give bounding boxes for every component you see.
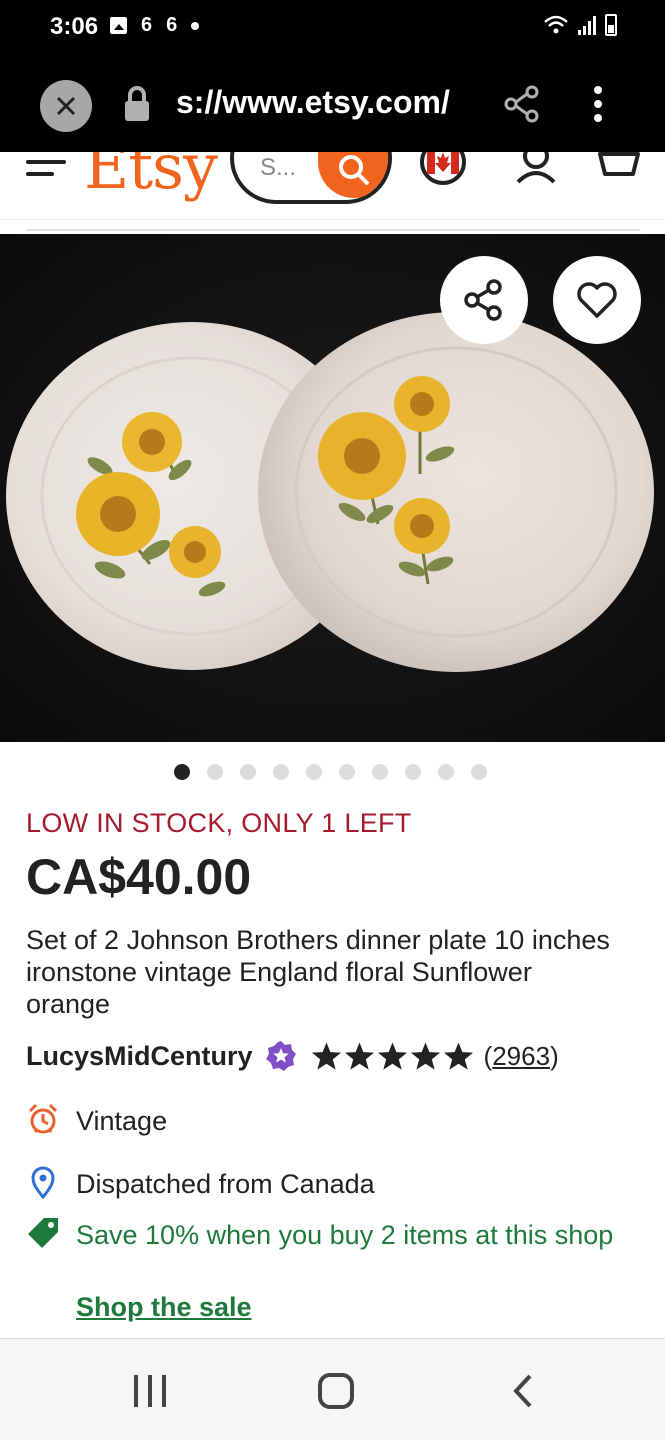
gallery-icon bbox=[110, 17, 127, 34]
alarm-clock-icon bbox=[28, 1103, 58, 1134]
shop-the-sale-link[interactable]: Shop the sale bbox=[76, 1292, 252, 1323]
star-seller-badge-icon[interactable] bbox=[265, 1040, 297, 1072]
browser-toolbar: s://www.etsy.com/ bbox=[0, 56, 665, 152]
share-icon bbox=[464, 279, 502, 321]
lock-icon[interactable] bbox=[122, 84, 152, 124]
notification-6-icon: 6 bbox=[166, 14, 178, 36]
divider bbox=[26, 229, 640, 231]
star-icon bbox=[443, 1042, 473, 1070]
carousel-dot[interactable] bbox=[471, 764, 487, 780]
close-icon bbox=[56, 96, 76, 116]
sale-row: Save 10% when you buy 2 items at this sh… bbox=[26, 1216, 616, 1254]
carousel-dot[interactable] bbox=[306, 764, 322, 780]
product-image[interactable] bbox=[0, 234, 665, 742]
dispatch-row: Dispatched from Canada bbox=[26, 1165, 375, 1203]
dot-icon bbox=[191, 21, 200, 30]
user-icon[interactable] bbox=[512, 152, 560, 184]
vintage-label: Vintage bbox=[76, 1106, 168, 1136]
carousel-dot[interactable] bbox=[372, 764, 388, 780]
more-vert-icon[interactable] bbox=[588, 82, 608, 126]
status-time: 3:06 bbox=[50, 13, 99, 40]
carousel-dot[interactable] bbox=[438, 764, 454, 780]
star-icon bbox=[377, 1042, 407, 1070]
sale-label: Save 10% when you buy 2 items at this sh… bbox=[76, 1220, 614, 1250]
battery-icon bbox=[605, 14, 617, 36]
canada-flag-icon[interactable] bbox=[418, 152, 468, 188]
carousel-dot[interactable] bbox=[273, 764, 289, 780]
shop-row: LucysMidCentury (2963) bbox=[26, 1036, 559, 1076]
recents-icon[interactable] bbox=[134, 1375, 166, 1407]
location-pin-icon bbox=[31, 1166, 55, 1199]
home-icon[interactable] bbox=[318, 1373, 354, 1409]
status-notifications: 6 6 bbox=[110, 14, 200, 37]
notification-6-icon: 6 bbox=[141, 14, 153, 36]
shop-name-link[interactable]: LucysMidCentury bbox=[26, 1041, 253, 1072]
favorite-button[interactable] bbox=[553, 256, 641, 344]
etsy-logo[interactable]: Etsy bbox=[84, 152, 218, 203]
image-carousel-dots bbox=[174, 764, 487, 780]
star-icon bbox=[344, 1042, 374, 1070]
rating-stars[interactable] bbox=[311, 1041, 474, 1071]
vintage-row: Vintage bbox=[26, 1102, 167, 1140]
carousel-dot[interactable] bbox=[339, 764, 355, 780]
stock-notice: LOW IN STOCK, ONLY 1 LEFT bbox=[26, 808, 412, 838]
signal-icon bbox=[578, 16, 596, 35]
share-listing-button[interactable] bbox=[440, 256, 528, 344]
menu-icon[interactable] bbox=[26, 160, 66, 186]
dispatch-label: Dispatched from Canada bbox=[76, 1169, 375, 1199]
star-icon bbox=[311, 1042, 341, 1070]
back-icon[interactable] bbox=[508, 1373, 538, 1409]
share-icon[interactable] bbox=[502, 84, 542, 124]
carousel-dot[interactable] bbox=[240, 764, 256, 780]
status-bar: 3:06 6 6 bbox=[0, 0, 665, 56]
review-count: 2963 bbox=[492, 1040, 551, 1071]
etsy-header: Etsy S... bbox=[0, 152, 665, 220]
search-placeholder: S... bbox=[260, 154, 297, 181]
status-system-icons bbox=[543, 14, 617, 36]
price: CA$40.00 bbox=[26, 849, 252, 905]
system-nav-bar bbox=[0, 1338, 665, 1440]
search-icon bbox=[339, 155, 370, 186]
review-count-link[interactable]: (2963) bbox=[484, 1041, 559, 1072]
search-input[interactable]: S... bbox=[230, 152, 392, 204]
url-field[interactable]: s://www.etsy.com/ bbox=[176, 84, 474, 121]
heart-icon bbox=[577, 282, 617, 318]
carousel-dot[interactable] bbox=[405, 764, 421, 780]
wifi-icon bbox=[544, 15, 568, 34]
close-tab-button[interactable] bbox=[40, 80, 92, 132]
tag-icon bbox=[28, 1218, 58, 1248]
carousel-dot[interactable] bbox=[174, 764, 190, 780]
carousel-dot[interactable] bbox=[207, 764, 223, 780]
listing-title: Set of 2 Johnson Brothers dinner plate 1… bbox=[26, 925, 610, 1019]
star-icon bbox=[410, 1042, 440, 1070]
search-button[interactable] bbox=[318, 152, 388, 198]
cart-icon[interactable] bbox=[596, 152, 642, 178]
